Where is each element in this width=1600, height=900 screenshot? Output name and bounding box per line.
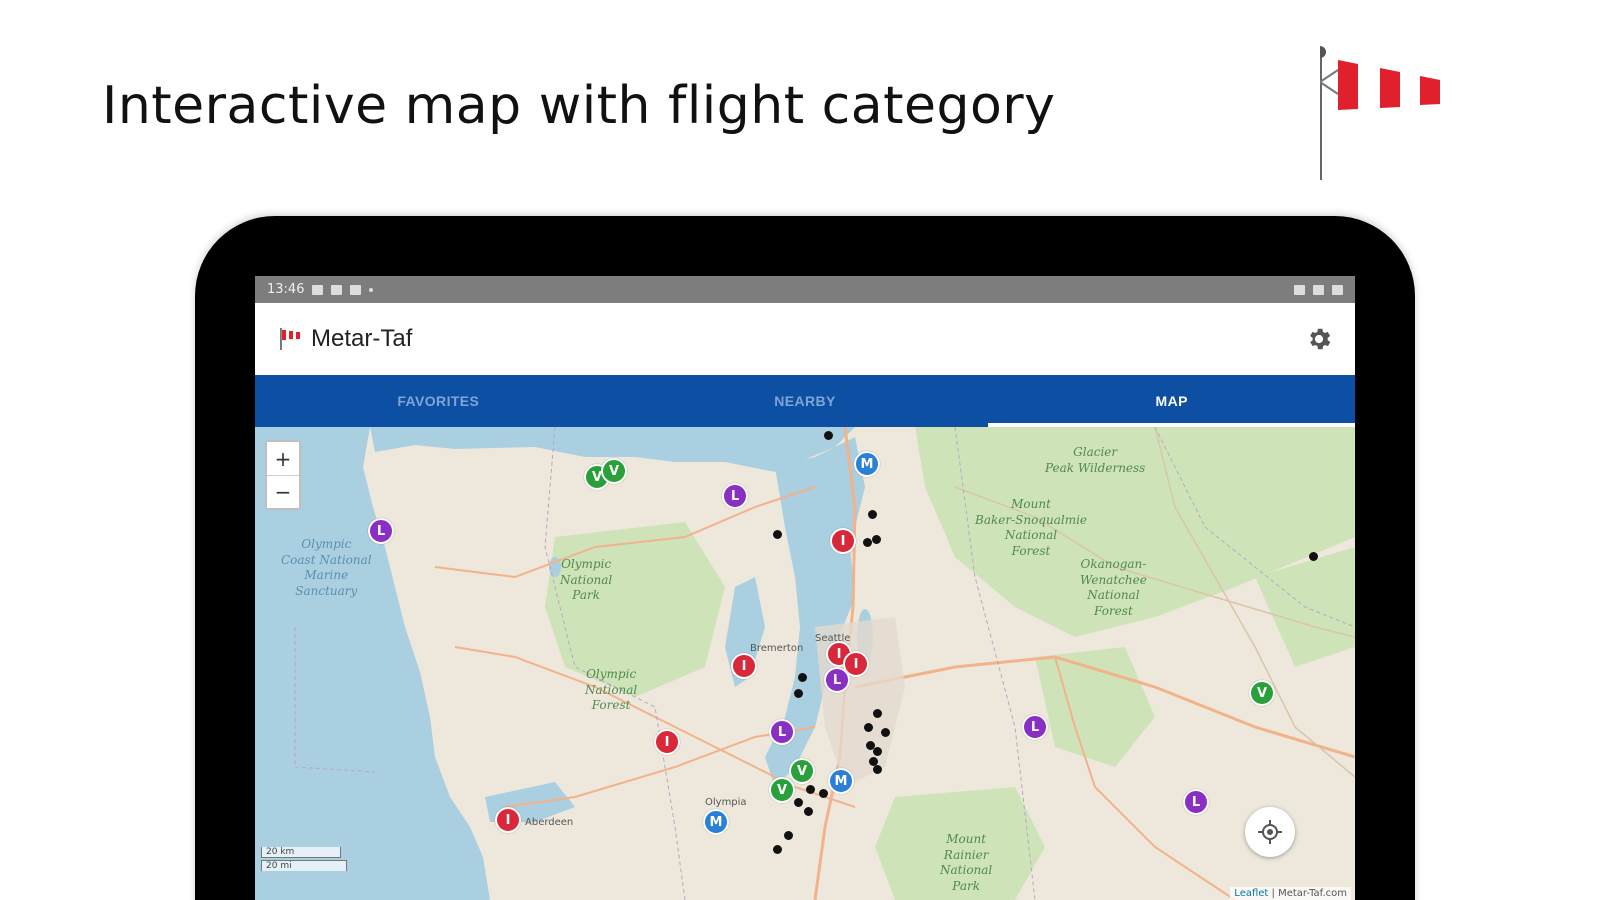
station-marker[interactable]: V [769, 777, 795, 803]
station-dot[interactable] [798, 673, 807, 682]
station-dot[interactable] [794, 798, 803, 807]
scale-mi: 20 mi [261, 860, 347, 871]
crosshair-icon [1258, 820, 1282, 844]
station-marker[interactable]: L [1183, 789, 1209, 815]
tablet-screen: 13:46 Metar-Taf FAVORITES NEARBY MAP Oly… [255, 276, 1355, 900]
station-dot[interactable] [864, 723, 873, 732]
gear-icon[interactable] [1305, 325, 1333, 353]
app-bar: Metar-Taf [255, 303, 1355, 375]
app-logo-icon [280, 328, 302, 350]
city-label: Bremerton [750, 643, 804, 654]
station-marker[interactable]: I [654, 729, 680, 755]
station-dot[interactable] [824, 431, 833, 440]
download-icon [331, 284, 343, 295]
station-dot[interactable] [881, 728, 890, 737]
station-dot[interactable] [819, 789, 828, 798]
place-label: Mount Baker-Snoqualmie National Forest [975, 497, 1088, 558]
station-marker[interactable]: L [368, 518, 394, 544]
map-scale: 20 km 20 mi [261, 847, 347, 873]
locate-button[interactable] [1245, 807, 1295, 857]
station-marker[interactable]: V [1249, 680, 1275, 706]
station-marker[interactable]: I [495, 807, 521, 833]
station-marker[interactable]: L [769, 719, 795, 745]
station-marker[interactable]: M [703, 809, 729, 835]
station-dot[interactable] [806, 785, 815, 794]
station-dot[interactable] [773, 845, 782, 854]
status-time: 13:46 [267, 282, 305, 297]
tab-favorites[interactable]: FAVORITES [255, 375, 622, 427]
status-bar: 13:46 [255, 276, 1355, 303]
wifi-icon [1313, 284, 1324, 295]
station-dot[interactable] [784, 831, 793, 840]
tab-map[interactable]: MAP [988, 375, 1355, 427]
station-dot[interactable] [872, 535, 881, 544]
cloud-icon [350, 284, 362, 295]
station-marker[interactable]: L [1022, 714, 1048, 740]
place-label: Olympic National Forest [585, 667, 638, 713]
windsock-icon [1320, 46, 1440, 180]
mute-icon [1294, 284, 1305, 295]
station-dot[interactable] [873, 709, 882, 718]
battery-icon [1332, 284, 1343, 295]
app-title: Metar-Taf [311, 325, 413, 352]
station-dot[interactable] [873, 747, 882, 756]
station-marker[interactable]: L [722, 483, 748, 509]
notification-dot-icon [369, 287, 374, 292]
map-view[interactable]: Olympic Coast National Marine Sanctuary … [255, 427, 1355, 900]
city-label: Aberdeen [525, 817, 574, 828]
station-marker[interactable]: M [854, 451, 880, 477]
place-label: Okanogan- Wenatchee National Forest [1080, 557, 1147, 618]
tab-nearby[interactable]: NEARBY [622, 375, 989, 427]
station-marker[interactable]: I [731, 653, 757, 679]
station-marker[interactable]: V [601, 458, 627, 484]
place-label: Olympic National Park [560, 557, 613, 603]
zoom-control: + − [265, 440, 301, 510]
gallery-icon [312, 284, 324, 295]
station-marker[interactable]: M [828, 768, 854, 794]
zoom-out-button[interactable]: − [267, 475, 299, 508]
leaflet-link[interactable]: Leaflet [1234, 888, 1268, 899]
station-marker[interactable]: L [824, 667, 850, 693]
place-label: Mount Rainier National Park [940, 832, 993, 893]
station-dot[interactable] [1309, 552, 1318, 561]
station-dot[interactable] [804, 807, 813, 816]
station-dot[interactable] [773, 530, 782, 539]
city-label: Olympia [705, 797, 747, 808]
attribution-text: | Metar-Taf.com [1268, 888, 1347, 899]
map-basemap [255, 427, 1355, 900]
station-dot[interactable] [868, 510, 877, 519]
station-dot[interactable] [794, 689, 803, 698]
station-dot[interactable] [873, 765, 882, 774]
station-marker[interactable]: I [830, 528, 856, 554]
station-marker[interactable]: V [789, 758, 815, 784]
station-dot[interactable] [863, 538, 872, 547]
tab-bar: FAVORITES NEARBY MAP [255, 375, 1355, 427]
scale-km: 20 km [261, 847, 341, 858]
place-label: Glacier Peak Wilderness [1045, 445, 1146, 475]
zoom-in-button[interactable]: + [267, 442, 299, 475]
place-label: Olympic Coast National Marine Sanctuary [281, 537, 372, 598]
map-attribution: Leaflet | Metar-Taf.com [1230, 887, 1351, 900]
page-headline: Interactive map with flight category [102, 76, 1056, 136]
